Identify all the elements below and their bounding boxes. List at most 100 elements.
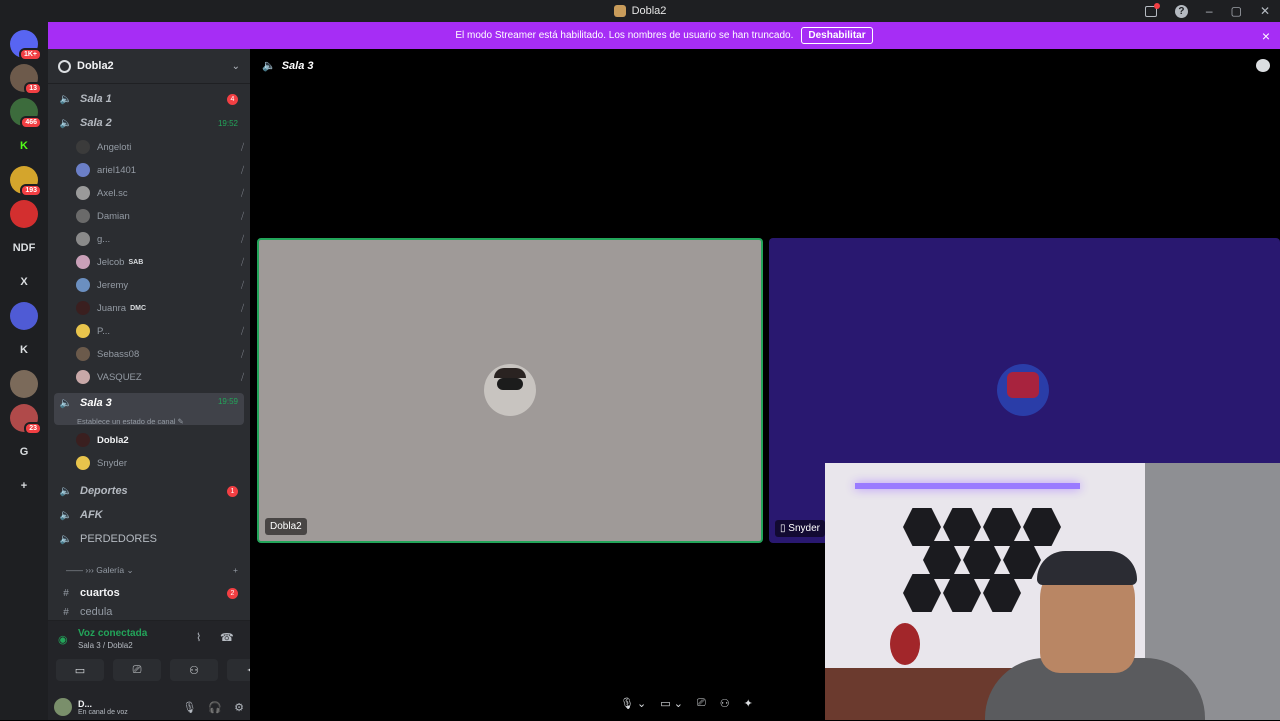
voice-user[interactable]: Damian ⧸ (76, 206, 244, 226)
user-name: Dobla2 (97, 434, 129, 446)
avatar (76, 324, 90, 338)
maximize-button[interactable]: ▢ (1231, 4, 1242, 18)
deafened-icon: ⧸ (240, 371, 244, 382)
settings-gear-icon[interactable]: ⚙ (234, 701, 244, 714)
microphone-icon[interactable]: 🎙 ⌄ (620, 697, 646, 710)
microphone-icon[interactable]: 🎙 (182, 701, 196, 714)
avatar (76, 140, 90, 154)
channel-perdedores[interactable]: 🔈 PERDEDORES (54, 528, 244, 550)
activity-button[interactable]: ⚇ (170, 659, 218, 681)
voice-user[interactable]: Juanra DMC ⧸ (76, 298, 244, 318)
voice-user[interactable]: Axel.sc ⧸ (76, 183, 244, 203)
avatar (484, 364, 536, 416)
voice-user[interactable]: Jelcob SAB ⧸ (76, 252, 244, 272)
minimize-button[interactable]: – (1206, 4, 1213, 18)
deafened-icon: ⧸ (240, 233, 244, 244)
server-icon[interactable] (10, 302, 38, 330)
channel-label: PERDEDORES (80, 533, 158, 545)
server-icon[interactable]: G (10, 438, 38, 466)
help-icon[interactable]: ? (1174, 4, 1188, 18)
activity-icon[interactable]: ⚇ (720, 697, 730, 710)
user-panel[interactable]: D... En canal de voz 🎙 🎧 ⚙ (48, 693, 250, 721)
avatar (76, 232, 90, 246)
server-icon[interactable] (10, 370, 38, 398)
channel-label: cedula (80, 606, 113, 618)
channel-cuartos[interactable]: # cuartos 2 (54, 582, 244, 604)
disable-streamer-button[interactable]: Deshabilitar (801, 27, 873, 44)
deafened-icon: ⧸ (240, 187, 244, 198)
app-icon (613, 5, 626, 17)
server-icon[interactable]: NDF (10, 234, 38, 262)
voice-user[interactable]: Sebass08 ⧸ (76, 344, 244, 364)
inbox-icon[interactable] (1144, 2, 1160, 17)
avatar (76, 186, 90, 200)
channel-deportes[interactable]: 🔈 Deportes 1 (54, 480, 244, 502)
speaker-icon: 🔈 (59, 485, 73, 497)
signal-icon: ◉ (58, 634, 68, 646)
category-label: —— ››› Galería ⌄ (66, 564, 134, 575)
camera-off-button[interactable]: ▭ (56, 659, 104, 681)
voice-user[interactable]: Snyder (76, 453, 244, 473)
channel-afk[interactable]: 🔈 AFK (54, 504, 244, 526)
user-name: Damian (97, 210, 130, 222)
server-name: Dobla2 (77, 60, 114, 72)
voice-user[interactable]: P... ⧸ (76, 321, 244, 341)
soundboard-icon[interactable]: ✦ (744, 697, 753, 710)
voice-user[interactable]: ariel1401 ⧸ (76, 160, 244, 180)
voice-user[interactable]: g... ⧸ (76, 229, 244, 249)
avatar[interactable] (54, 698, 72, 716)
screen-share-icon[interactable]: ⎚ (697, 697, 706, 710)
server-label: K (20, 140, 28, 152)
server-label: + (20, 480, 28, 492)
participant-name-text: Snyder (788, 523, 820, 534)
server-icon[interactable] (10, 506, 38, 534)
server-icon[interactable]: X (10, 268, 38, 296)
hashtag-icon: # (63, 606, 69, 618)
voice-user[interactable]: Jeremy ⧸ (76, 275, 244, 295)
avatar (76, 255, 90, 269)
channel-time: 19:59 (217, 397, 238, 406)
username: D... (78, 698, 93, 709)
camera-off-icon[interactable]: ▭ ⌄ (660, 697, 683, 710)
chat-icon[interactable] (1256, 59, 1270, 72)
voice-user[interactable]: Dobla2 (76, 430, 244, 450)
call-controls: 🎙 ⌄ ▭ ⌄ ⎚ ⚇ ✦ (620, 697, 753, 710)
voice-status[interactable]: Voz conectada (78, 628, 147, 639)
server-icon[interactable]: 13 (10, 64, 42, 95)
server-icon[interactable]: K (10, 132, 38, 160)
participant-tile-dobla2[interactable]: Dobla2 (257, 238, 763, 543)
banner-close-icon[interactable]: × (1262, 28, 1270, 44)
noise-suppression-icon[interactable]: ⌇ (196, 631, 201, 644)
server-icon[interactable]: 23 (10, 404, 42, 435)
voice-user[interactable]: Angeloti ⧸ (76, 137, 244, 157)
server-icon[interactable]: 466 (10, 98, 42, 129)
banner-text: El modo Streamer está habilitado. Los no… (455, 30, 794, 41)
speaker-icon: 🔈 (59, 117, 73, 129)
deafened-icon: ⧸ (240, 210, 244, 221)
avatar (76, 347, 90, 361)
notification-badge: 23 (24, 422, 42, 435)
close-window-button[interactable]: ✕ (1260, 4, 1270, 18)
channel-sala-2[interactable]: 🔈 Sala 2 19:52 (54, 112, 244, 134)
avatar (76, 370, 90, 384)
server-icon[interactable] (10, 200, 38, 228)
category-galeria[interactable]: —— ››› Galería ⌄ + (54, 562, 244, 578)
server-icon[interactable]: 1K+ (10, 30, 42, 61)
voice-user[interactable]: VASQUEZ ⧸ (76, 367, 244, 387)
server-icon[interactable]: + (10, 472, 38, 500)
server-icon[interactable]: 193 (10, 166, 42, 197)
channel-sala-1[interactable]: 🔈 Sala 1 4 (54, 88, 244, 110)
server-icon[interactable]: K (10, 336, 38, 364)
deafened-icon: ⧸ (240, 141, 244, 152)
mention-badge: 1 (227, 485, 238, 497)
speaker-icon: 🔈 (262, 60, 276, 72)
server-header[interactable]: Dobla2 ⌄ (48, 49, 250, 84)
channel-cedula[interactable]: # cedula (54, 606, 244, 618)
avatar (997, 364, 1049, 416)
share-screen-button[interactable]: ⎚ (113, 659, 161, 681)
channel-status[interactable]: Establece un estado de canal ✎ (77, 417, 184, 426)
add-channel-icon[interactable]: + (233, 565, 238, 575)
disconnect-icon[interactable]: ☎ (220, 631, 234, 644)
headphones-icon[interactable]: 🎧 (208, 701, 222, 714)
voice-location: Sala 3 / Dobla2 (78, 641, 133, 650)
